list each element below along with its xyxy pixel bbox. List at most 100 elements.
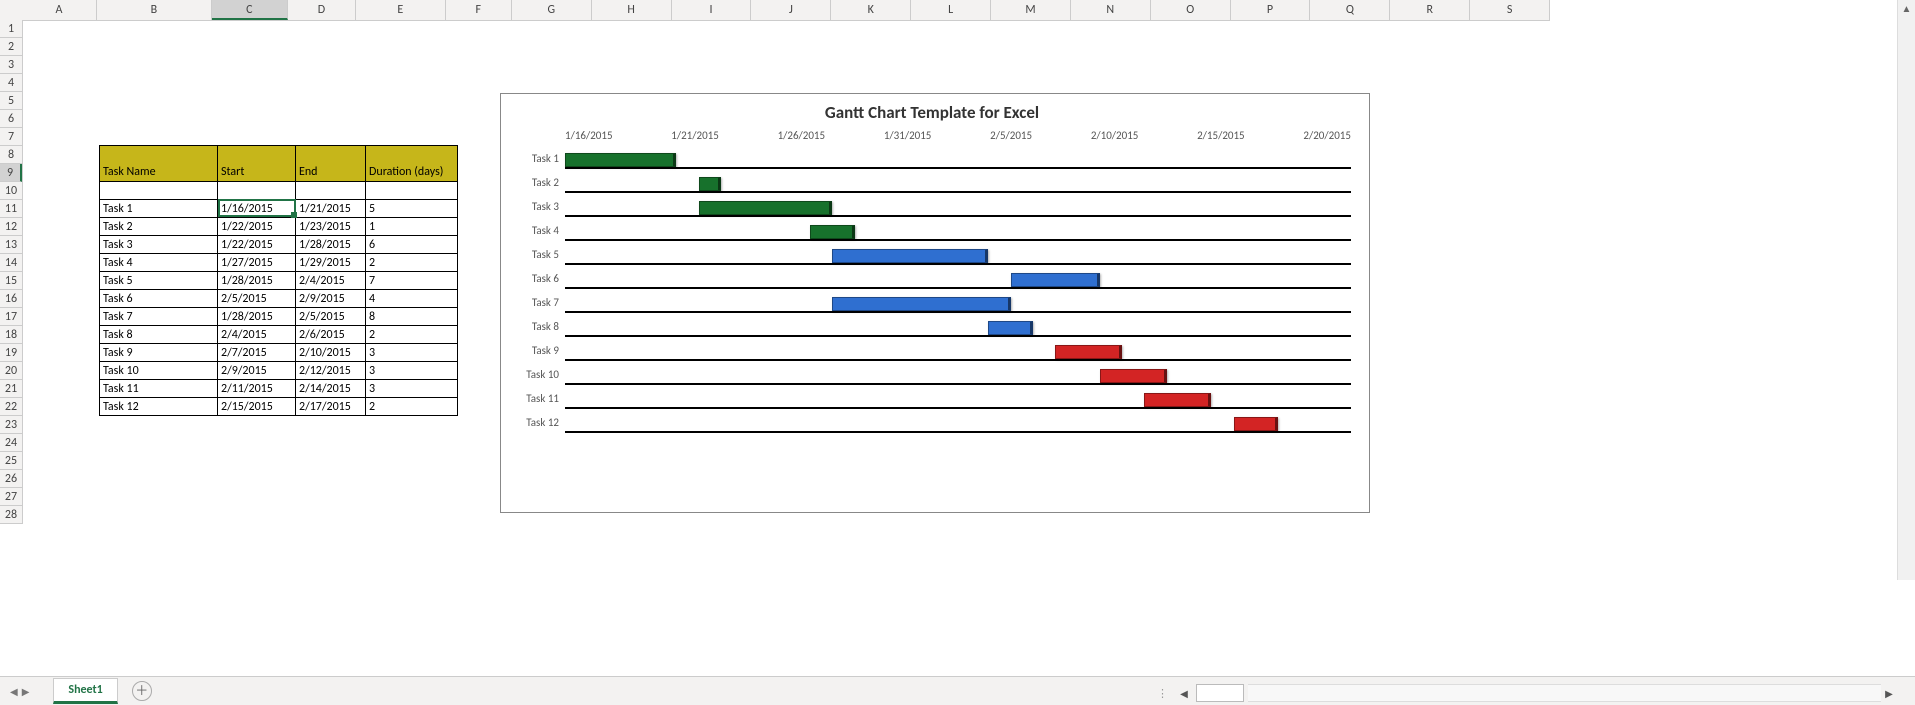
row-header-24[interactable]: 24 xyxy=(0,434,22,452)
row-header-12[interactable]: 12 xyxy=(0,218,22,236)
cell[interactable]: Task 11 xyxy=(100,380,218,398)
gantt-bar[interactable] xyxy=(1234,417,1279,431)
col-header-R[interactable]: R xyxy=(1390,0,1470,20)
scroll-up-icon[interactable]: ▲ xyxy=(1898,0,1915,17)
col-header-H[interactable]: H xyxy=(592,0,672,20)
row-header-4[interactable]: 4 xyxy=(0,74,22,92)
tab-nav-arrows[interactable]: ◀ ▶ xyxy=(0,685,39,698)
col-header-B[interactable]: B xyxy=(97,0,212,20)
col-header-F[interactable]: F xyxy=(446,0,512,20)
col-header-L[interactable]: L xyxy=(911,0,991,20)
row-header-8[interactable]: 8 xyxy=(0,146,22,164)
row-header-7[interactable]: 7 xyxy=(0,128,22,146)
tab-prev-icon[interactable]: ◀ xyxy=(10,685,18,698)
cell[interactable]: 6 xyxy=(366,236,458,254)
row-header-23[interactable]: 23 xyxy=(0,416,22,434)
cell[interactable]: 1/29/2015 xyxy=(296,254,366,272)
table-row[interactable]: Task 92/7/20152/10/20153 xyxy=(100,344,458,362)
cell[interactable]: 2/9/2015 xyxy=(296,290,366,308)
col-header-K[interactable]: K xyxy=(831,0,911,20)
cell[interactable] xyxy=(100,182,218,200)
cell[interactable]: 2/17/2015 xyxy=(296,398,366,416)
cell[interactable]: 7 xyxy=(366,272,458,290)
cell[interactable]: 1/22/2015 xyxy=(218,236,296,254)
cell[interactable]: 2 xyxy=(366,398,458,416)
cell[interactable]: 2/14/2015 xyxy=(296,380,366,398)
col-header-M[interactable]: M xyxy=(991,0,1071,20)
col-header-C[interactable]: C xyxy=(212,0,288,20)
cell[interactable]: 2/5/2015 xyxy=(296,308,366,326)
vertical-scrollbar[interactable]: ▲ xyxy=(1897,0,1915,580)
cell[interactable]: 2/11/2015 xyxy=(218,380,296,398)
row-header-2[interactable]: 2 xyxy=(0,38,22,56)
cell[interactable]: 2/15/2015 xyxy=(218,398,296,416)
header-end[interactable]: End xyxy=(296,146,366,182)
col-header-D[interactable]: D xyxy=(288,0,356,20)
table-row[interactable]: Task 71/28/20152/5/20158 xyxy=(100,308,458,326)
cell[interactable]: 1 xyxy=(366,218,458,236)
cell[interactable]: Task 1 xyxy=(100,200,218,218)
col-header-A[interactable]: A xyxy=(22,0,97,20)
cell[interactable]: 3 xyxy=(366,380,458,398)
header-start[interactable]: Start xyxy=(218,146,296,182)
gantt-bar[interactable] xyxy=(565,153,676,167)
cell[interactable] xyxy=(218,182,296,200)
tab-next-icon[interactable]: ▶ xyxy=(22,685,30,698)
cell[interactable]: Task 4 xyxy=(100,254,218,272)
table-row[interactable]: Task 82/4/20152/6/20152 xyxy=(100,326,458,344)
cell[interactable]: 1/27/2015 xyxy=(218,254,296,272)
cell[interactable]: 4 xyxy=(366,290,458,308)
cell[interactable]: 1/28/2015 xyxy=(218,272,296,290)
cell[interactable]: Task 7 xyxy=(100,308,218,326)
scroll-right-icon[interactable]: ▶ xyxy=(1881,685,1897,701)
row-header-14[interactable]: 14 xyxy=(0,254,22,272)
cell[interactable]: 2 xyxy=(366,254,458,272)
gantt-bar[interactable] xyxy=(699,177,721,191)
gantt-bar[interactable] xyxy=(1144,393,1211,407)
cell[interactable]: 1/22/2015 xyxy=(218,218,296,236)
cell[interactable]: Task 8 xyxy=(100,326,218,344)
col-header-I[interactable]: I xyxy=(672,0,752,20)
cell[interactable]: 1/23/2015 xyxy=(296,218,366,236)
hscroll-track[interactable] xyxy=(1248,684,1881,702)
gantt-chart[interactable]: Gantt Chart Template for Excel 1/16/2015… xyxy=(500,93,1370,513)
row-header-9[interactable]: 9 xyxy=(0,164,22,182)
table-row[interactable]: Task 51/28/20152/4/20157 xyxy=(100,272,458,290)
row-header-5[interactable]: 5 xyxy=(0,92,22,110)
gantt-bar[interactable] xyxy=(1100,369,1167,383)
col-header-G[interactable]: G xyxy=(512,0,592,20)
row-header-17[interactable]: 17 xyxy=(0,308,22,326)
col-header-P[interactable]: P xyxy=(1231,0,1311,20)
gantt-bar[interactable] xyxy=(810,225,855,239)
table-row[interactable] xyxy=(100,182,458,200)
cell[interactable]: 2 xyxy=(366,326,458,344)
row-header-18[interactable]: 18 xyxy=(0,326,22,344)
cell[interactable]: 3 xyxy=(366,362,458,380)
cell[interactable]: 1/28/2015 xyxy=(296,236,366,254)
gantt-bar[interactable] xyxy=(988,321,1033,335)
table-row[interactable]: Task 62/5/20152/9/20154 xyxy=(100,290,458,308)
gantt-bar[interactable] xyxy=(699,201,833,215)
row-header-21[interactable]: 21 xyxy=(0,380,22,398)
col-header-O[interactable]: O xyxy=(1151,0,1231,20)
row-header-13[interactable]: 13 xyxy=(0,236,22,254)
cell[interactable]: 2/4/2015 xyxy=(296,272,366,290)
header-task-name[interactable]: Task Name xyxy=(100,146,218,182)
col-header-Q[interactable]: Q xyxy=(1310,0,1390,20)
cell[interactable]: Task 5 xyxy=(100,272,218,290)
table-row[interactable]: Task 21/22/20151/23/20151 xyxy=(100,218,458,236)
cell[interactable]: 8 xyxy=(366,308,458,326)
col-header-E[interactable]: E xyxy=(356,0,446,20)
row-header-26[interactable]: 26 xyxy=(0,470,22,488)
cell[interactable]: Task 9 xyxy=(100,344,218,362)
table-row[interactable]: Task 122/15/20152/17/20152 xyxy=(100,398,458,416)
cell[interactable]: 2/5/2015 xyxy=(218,290,296,308)
tab-split-handle-icon[interactable]: ⋮ xyxy=(1157,687,1176,700)
row-header-28[interactable]: 28 xyxy=(0,506,22,524)
cell[interactable]: 2/4/2015 xyxy=(218,326,296,344)
table-row[interactable]: Task 31/22/20151/28/20156 xyxy=(100,236,458,254)
cell[interactable]: 2/10/2015 xyxy=(296,344,366,362)
table-row[interactable]: Task 102/9/20152/12/20153 xyxy=(100,362,458,380)
table-row[interactable]: Task 112/11/20152/14/20153 xyxy=(100,380,458,398)
row-header-22[interactable]: 22 xyxy=(0,398,22,416)
